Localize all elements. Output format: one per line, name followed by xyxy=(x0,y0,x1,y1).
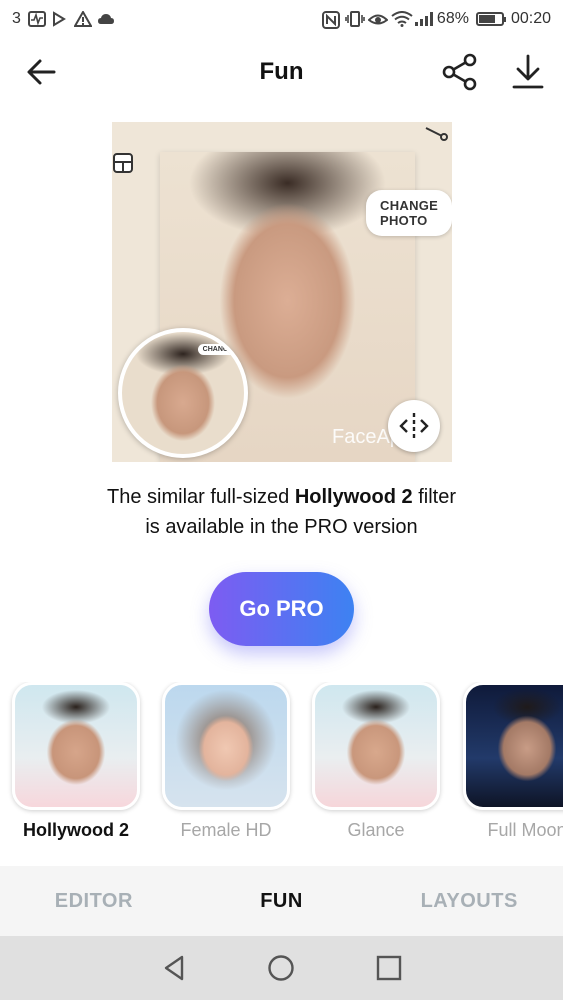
system-nav-bar xyxy=(0,936,563,1000)
battery-percent: 68% xyxy=(436,10,469,27)
filter-item-glance[interactable]: Glance xyxy=(312,682,440,841)
share-button[interactable] xyxy=(440,52,480,92)
change-photo-button[interactable]: CHANGE PHOTO xyxy=(366,190,452,236)
filter-item-hollywood-2[interactable]: Hollywood 2 xyxy=(12,682,140,841)
filter-item-full-moon[interactable]: Full Moon xyxy=(463,682,563,841)
go-pro-button[interactable]: Go PRO xyxy=(209,572,354,646)
system-recents-button[interactable] xyxy=(375,954,403,982)
filter-label: Hollywood 2 xyxy=(22,820,129,840)
filter-label: Full Moon xyxy=(487,820,563,840)
system-home-button[interactable] xyxy=(267,954,295,982)
crop-corner-icon xyxy=(424,124,450,142)
status-bar: 3 68% 00:20 xyxy=(0,0,563,38)
info-suffix: filter xyxy=(412,486,456,508)
filter-item-female-hd[interactable]: Female HD xyxy=(162,682,290,841)
cloud-game-icon xyxy=(97,11,114,27)
system-back-button[interactable] xyxy=(160,954,188,982)
filter-label: Female HD xyxy=(180,820,272,840)
activity-icon xyxy=(27,11,46,27)
wifi-icon xyxy=(391,11,413,27)
original-photo-thumbnail[interactable]: CHANGE xyxy=(118,328,248,458)
info-filter-name: Hollywood 2 xyxy=(294,486,413,508)
layout-icon[interactable] xyxy=(112,152,134,174)
bottom-tab-bar: EDITOR FUN LAYOUTS xyxy=(0,866,563,936)
play-store-icon xyxy=(51,11,67,27)
home-circle-icon xyxy=(268,955,295,981)
share-icon xyxy=(442,53,477,91)
mini-change-chip: CHANGE xyxy=(197,344,238,355)
eye-comfort-icon xyxy=(367,11,389,27)
tab-editor[interactable]: EDITOR xyxy=(0,890,188,913)
download-icon xyxy=(512,54,544,89)
status-left: 3 xyxy=(12,9,114,28)
pro-info-text: The similar full-sized Hollywood 2 filte… xyxy=(20,482,543,542)
photo-preview[interactable]: CHANGE PHOTO CHANGE FaceApp xyxy=(112,122,452,462)
back-triangle-icon xyxy=(164,955,184,981)
compare-slider-handle[interactable] xyxy=(388,400,440,452)
battery-icon xyxy=(475,12,506,26)
nfc-icon xyxy=(321,11,340,29)
info-prefix: The similar full-sized xyxy=(107,486,295,508)
info-line-1: The similar full-sized Hollywood 2 filte… xyxy=(20,482,543,512)
tab-fun[interactable]: FUN xyxy=(188,890,376,913)
status-right: 68% 00:20 xyxy=(321,10,551,29)
notification-count: 3 xyxy=(12,10,21,27)
filter-thumbnail xyxy=(162,682,290,810)
warning-icon xyxy=(73,9,93,27)
filter-carousel[interactable]: Hollywood 2 Female HD Glance Full Moon xyxy=(0,682,563,852)
signal-icon xyxy=(414,11,433,27)
app-header: Fun xyxy=(0,38,563,108)
filter-label: Glance xyxy=(347,820,405,840)
filter-thumbnail xyxy=(463,682,563,810)
filter-thumbnail xyxy=(12,682,140,810)
tab-layouts[interactable]: LAYOUTS xyxy=(375,890,563,913)
vibrate-icon xyxy=(345,11,365,27)
recents-square-icon xyxy=(376,955,402,981)
download-button[interactable] xyxy=(508,52,548,92)
clock: 00:20 xyxy=(510,10,551,27)
info-line-2: is available in the PRO version xyxy=(145,516,418,538)
split-arrows-icon xyxy=(399,413,429,439)
filter-thumbnail xyxy=(312,682,440,810)
